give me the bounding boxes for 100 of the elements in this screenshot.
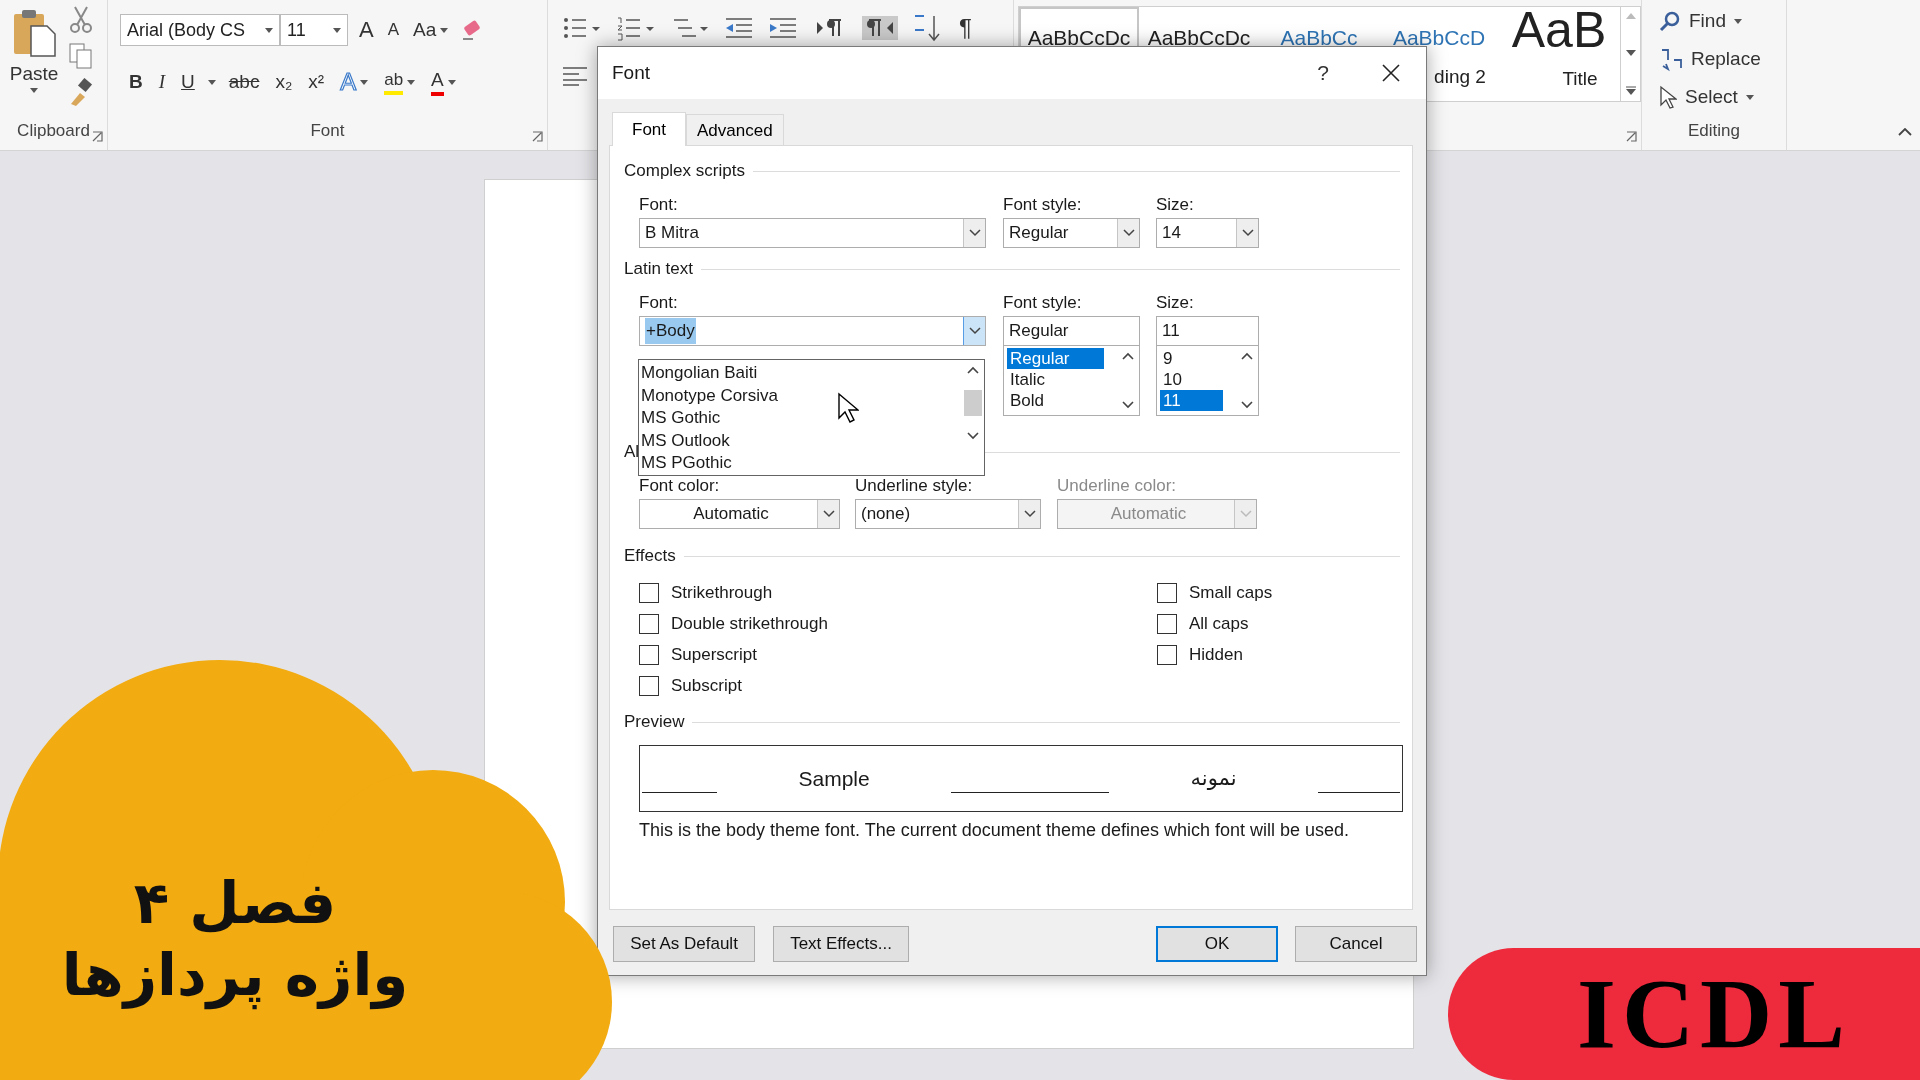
help-button[interactable]: ? <box>1314 59 1332 87</box>
dialog-button[interactable]: Text Effects... <box>773 926 909 962</box>
list-item[interactable]: MS PGothic <box>639 452 962 475</box>
scroll-down-icon[interactable] <box>1241 401 1253 409</box>
dropdown[interactable]: Automatic <box>639 499 840 529</box>
chevron-icon <box>822 510 835 518</box>
field-label: Size: <box>1156 292 1195 314</box>
chevron-icon <box>1122 229 1135 237</box>
tab[interactable]: Advanced <box>686 114 784 146</box>
format-button[interactable]: x² <box>305 68 328 96</box>
font-name-dropdown[interactable]: Arial (Body CS <box>120 14 280 46</box>
pointer-icon <box>1659 85 1677 109</box>
list-item[interactable]: MS Gothic <box>639 407 962 430</box>
sort-icon[interactable] <box>912 14 942 42</box>
input-field[interactable]: 11 <box>1156 316 1259 346</box>
font-name-field[interactable]: +Body <box>639 316 986 346</box>
scroll-down-icon[interactable] <box>967 432 979 440</box>
align-left-icon[interactable] <box>562 66 588 86</box>
replace-button[interactable]: Replace <box>1656 42 1764 76</box>
field-label: Font: <box>639 194 679 216</box>
list-item[interactable]: 11 <box>1160 390 1223 411</box>
checkbox-label[interactable]: Small caps <box>1189 579 1273 606</box>
window-title: Font <box>612 60 652 85</box>
style-item[interactable]: AaB Title <box>1499 7 1619 101</box>
scroll-down-icon[interactable] <box>1122 401 1134 409</box>
dropdown[interactable]: 14 <box>1156 218 1259 248</box>
checkbox-label[interactable]: Hidden <box>1189 641 1243 668</box>
font-color-button[interactable]: A <box>428 68 459 96</box>
section-heading: Latin text <box>624 258 693 281</box>
field-label: Font color: <box>639 475 721 497</box>
checkbox[interactable] <box>639 644 659 665</box>
dialog-launcher-icon[interactable] <box>92 131 103 142</box>
collapse-ribbon-icon[interactable] <box>1898 128 1912 136</box>
checkbox[interactable] <box>1157 613 1177 634</box>
list-item[interactable]: Mongolian Baiti <box>639 362 962 385</box>
replace-icon <box>1659 46 1683 72</box>
checkbox-label[interactable]: All caps <box>1189 610 1249 637</box>
numbering-icon[interactable] <box>616 14 656 42</box>
checkbox[interactable] <box>1157 644 1177 665</box>
caret-icon <box>30 88 38 93</box>
highlight-button[interactable]: ab <box>381 69 419 95</box>
scroll-down-icon[interactable] <box>1625 49 1636 56</box>
caret-icon <box>207 79 216 85</box>
search-icon <box>1659 10 1681 32</box>
list-item[interactable]: Italic <box>1007 369 1115 390</box>
chevron-icon <box>1241 229 1254 237</box>
format-button[interactable]: U <box>178 68 198 96</box>
increase-indent-icon[interactable] <box>768 16 798 40</box>
change-case-button[interactable]: Aa <box>410 16 452 44</box>
tab[interactable]: Font <box>612 112 687 146</box>
list-item[interactable]: Bold <box>1007 390 1115 411</box>
find-button[interactable]: Find <box>1656 4 1764 38</box>
checkbox[interactable] <box>639 582 659 603</box>
checkbox[interactable] <box>1157 582 1177 603</box>
dropdown[interactable]: Regular <box>1003 218 1140 248</box>
dialog-button[interactable]: OK <box>1156 926 1278 962</box>
format-button[interactable]: x₂ <box>272 68 296 96</box>
scroll-up-icon[interactable] <box>967 366 979 374</box>
input-field[interactable]: Regular <box>1003 316 1140 346</box>
checkbox[interactable] <box>639 613 659 634</box>
right-to-left-button[interactable] <box>862 16 898 40</box>
shrink-font-button[interactable]: A <box>384 16 403 44</box>
font-size-dropdown[interactable]: 11 <box>280 14 348 46</box>
format-button[interactable]: I <box>155 68 169 96</box>
sample-text: Sample <box>798 765 870 792</box>
checkbox[interactable] <box>639 675 659 696</box>
chevron-icon <box>968 327 981 335</box>
show-formatting-button[interactable]: ¶ <box>956 14 975 42</box>
dialog-launcher-icon[interactable] <box>532 131 543 142</box>
dropdown[interactable]: (none) <box>855 499 1041 529</box>
scroll-up-icon[interactable] <box>1241 352 1253 360</box>
scroll-thumb[interactable] <box>964 390 982 416</box>
format-button[interactable]: abc <box>225 68 263 96</box>
field-label: Font style: <box>1003 292 1083 314</box>
field-label: Underline color: <box>1057 475 1178 497</box>
grow-font-button[interactable]: A <box>356 16 377 44</box>
checkbox-label[interactable]: Subscript <box>671 672 742 699</box>
select-button[interactable]: Select <box>1656 80 1764 114</box>
checkbox-label[interactable]: Double strikethrough <box>671 610 828 637</box>
list-item[interactable]: 9 <box>1160 348 1234 369</box>
caret-icon <box>447 79 456 85</box>
more-icon[interactable] <box>1625 86 1636 95</box>
scroll-up-icon[interactable] <box>1122 352 1134 360</box>
decrease-indent-icon[interactable] <box>724 16 754 40</box>
dialog-button[interactable]: Set As Default <box>613 926 755 962</box>
checkbox-label[interactable]: Strikethrough <box>671 579 773 606</box>
field-label: Font style: <box>1003 194 1083 216</box>
format-button[interactable]: B <box>126 68 146 96</box>
checkbox-label[interactable]: Superscript <box>671 641 757 668</box>
dialog-launcher-icon[interactable] <box>1626 131 1637 142</box>
scissors-icon[interactable] <box>68 4 94 34</box>
list-item[interactable]: Regular <box>1007 348 1104 369</box>
list-item[interactable]: MS Outlook <box>639 429 962 452</box>
chapter-title: فصل ۴ <box>133 869 337 937</box>
dialog-button[interactable]: Cancel <box>1295 926 1417 962</box>
format-painter-icon[interactable] <box>68 78 94 106</box>
dropdown[interactable]: B Mitra <box>639 218 986 248</box>
paste-button[interactable]: Paste <box>9 8 59 88</box>
list-item[interactable]: 10 <box>1160 369 1234 390</box>
list-item[interactable]: Monotype Corsiva <box>639 384 962 407</box>
